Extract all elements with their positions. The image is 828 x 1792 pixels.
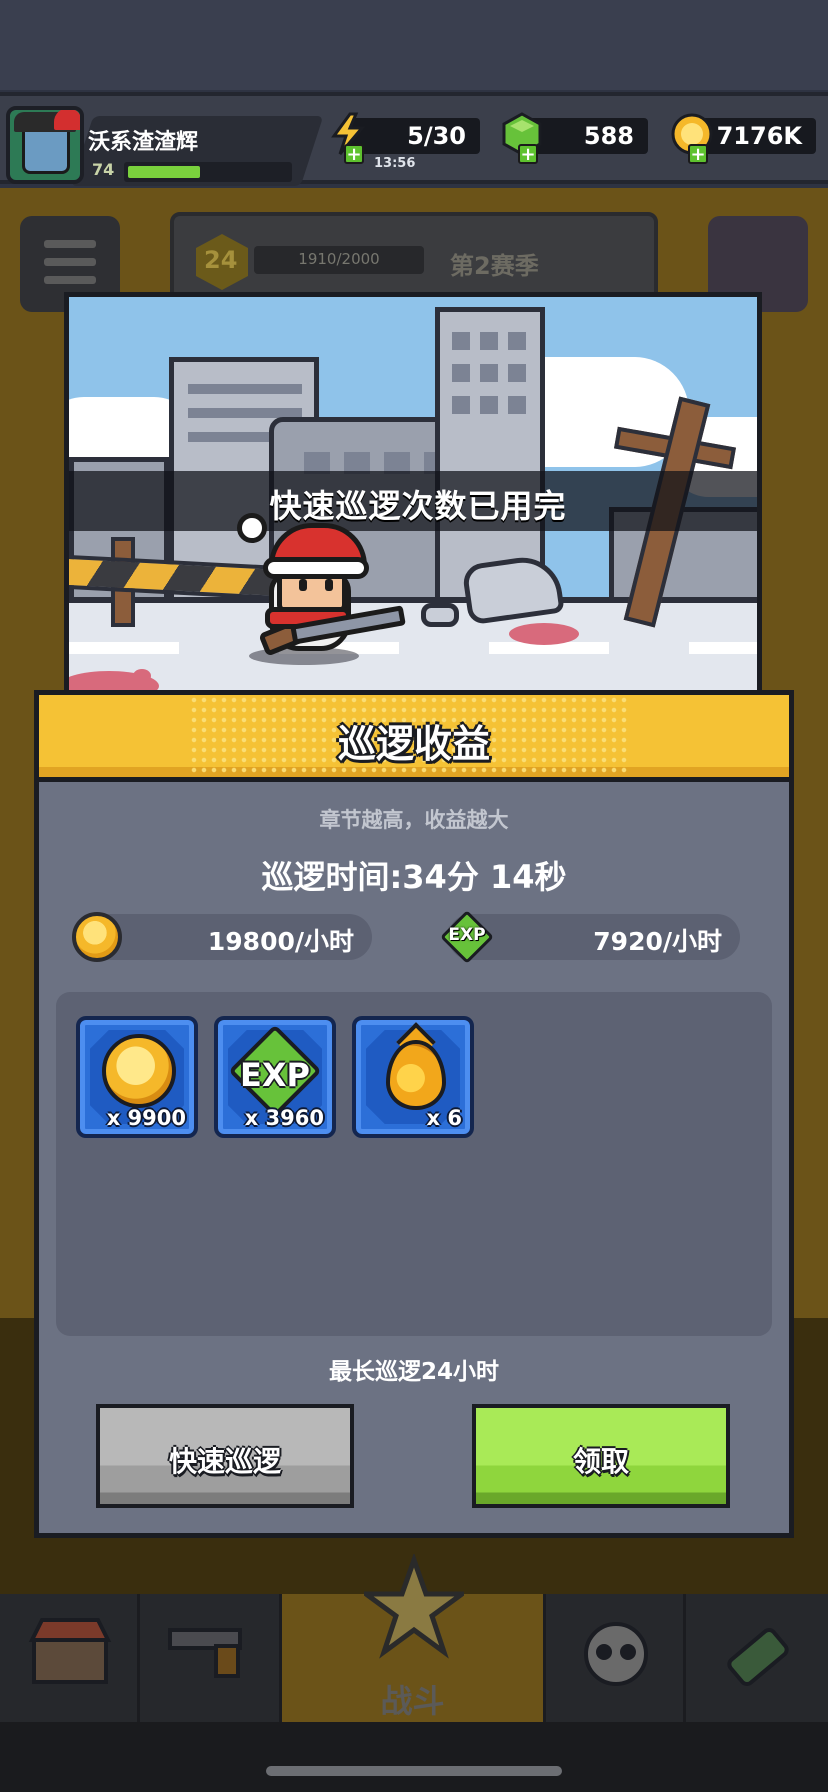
season-label: 第2赛季 bbox=[450, 252, 539, 280]
quick-patrol-button[interactable]: 快速巡逻 bbox=[96, 1404, 354, 1508]
quick-patrol-label: 快速巡逻 bbox=[168, 1445, 281, 1478]
coin-value: 7176K bbox=[716, 122, 802, 150]
blood-splat bbox=[509, 623, 579, 645]
patrol-time: 巡逻时间:34分 14秒 bbox=[261, 858, 567, 896]
blood-splat bbox=[133, 669, 151, 683]
rubble-rock bbox=[421, 603, 459, 627]
bottom-safe-area bbox=[0, 1722, 828, 1792]
player-avatar[interactable] bbox=[6, 106, 84, 184]
energy-value: 5/30 bbox=[407, 122, 466, 150]
season-level: 24 bbox=[204, 246, 238, 274]
reward-item-coins[interactable]: x 9900 bbox=[76, 1016, 198, 1138]
nav-dna[interactable] bbox=[686, 1594, 828, 1722]
patrol-scene-illustration: 快速巡逻次数已用完 bbox=[64, 292, 762, 692]
xp-bar-fill bbox=[128, 166, 200, 178]
reward-qty: x 9900 bbox=[106, 1106, 186, 1130]
reward-qty: x 6 bbox=[426, 1106, 462, 1130]
dna-capsule-icon bbox=[727, 1627, 789, 1687]
nav-skull[interactable] bbox=[546, 1594, 686, 1722]
bottom-nav: 战斗 bbox=[0, 1554, 828, 1722]
reward-item-exp[interactable]: EXP x 3960 bbox=[214, 1016, 336, 1138]
nav-weapons[interactable] bbox=[140, 1594, 282, 1722]
reward-item-oil[interactable]: x 6 bbox=[352, 1016, 474, 1138]
max-patrol-text: 最长巡逻24小时 bbox=[328, 1359, 499, 1385]
add-gem-button[interactable]: + bbox=[518, 144, 538, 164]
exp-rate: 7920/小时 bbox=[593, 927, 722, 956]
gold-coin-icon bbox=[102, 1034, 176, 1108]
player-level: 74 bbox=[92, 160, 115, 179]
player-name: 沃系渣渣辉 bbox=[88, 130, 199, 155]
modal-title: 巡逻收益 bbox=[337, 722, 490, 766]
road-marking bbox=[689, 642, 757, 654]
claim-button[interactable]: 领取 bbox=[472, 1404, 730, 1508]
modal-title-bar: 巡逻收益 bbox=[34, 690, 794, 782]
player-character bbox=[227, 509, 406, 669]
status-bar-area bbox=[0, 0, 828, 90]
gold-coin-icon bbox=[72, 912, 122, 962]
home-indicator bbox=[266, 1766, 562, 1776]
nav-battle-label: 战斗 bbox=[380, 1682, 445, 1720]
add-energy-button[interactable]: + bbox=[344, 144, 364, 164]
coin-rate-pill: 19800/小时 bbox=[82, 914, 372, 960]
coin-rate: 19800/小时 bbox=[207, 927, 354, 956]
coin-counter[interactable]: + 7176K bbox=[671, 113, 816, 164]
road-marking bbox=[69, 642, 179, 654]
revolver-icon bbox=[168, 1628, 242, 1678]
santa-hat-icon bbox=[54, 110, 80, 130]
top-hud: 沃系渣渣辉 74 + 5/30 13:56 + 588 + 7176K bbox=[0, 92, 828, 186]
season-progress-text: 1910/2000 bbox=[298, 250, 380, 268]
reward-hint: 章节越高，收益越大 bbox=[319, 808, 509, 832]
energy-timer: 13:56 bbox=[374, 156, 416, 171]
reward-qty: x 3960 bbox=[244, 1106, 324, 1130]
shop-icon bbox=[28, 1618, 112, 1684]
skull-icon bbox=[584, 1622, 648, 1686]
nav-battle[interactable]: 战斗 bbox=[282, 1554, 546, 1722]
exp-icon: EXP bbox=[440, 910, 494, 964]
xp-bar bbox=[124, 162, 292, 182]
battle-star-icon bbox=[364, 1554, 464, 1659]
gem-value: 588 bbox=[583, 122, 634, 150]
gem-counter[interactable]: + 588 bbox=[502, 112, 648, 164]
notice-banner-text: 快速巡逻次数已用完 bbox=[269, 487, 567, 525]
season-progress-bar: 1910/2000 bbox=[254, 246, 424, 274]
energy-counter[interactable]: + 5/30 bbox=[331, 112, 480, 164]
add-coin-button[interactable]: + bbox=[688, 144, 708, 164]
exp-label: EXP bbox=[240, 1056, 310, 1094]
nav-shop[interactable] bbox=[0, 1594, 140, 1722]
claim-label: 领取 bbox=[572, 1445, 629, 1478]
